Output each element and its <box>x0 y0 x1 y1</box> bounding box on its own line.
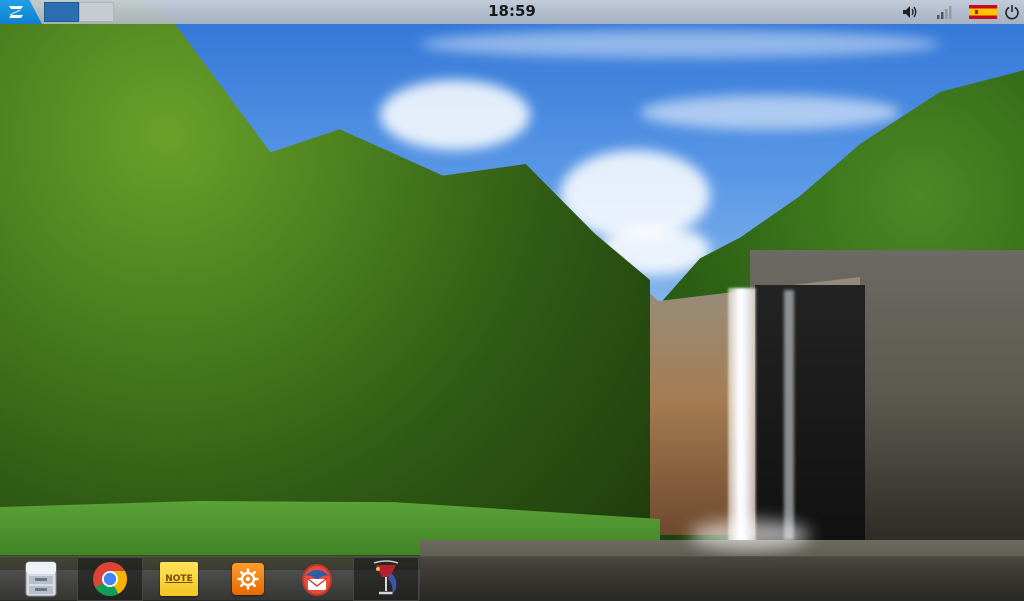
wallpaper-waterfall-secondary <box>784 290 794 540</box>
mail-client-icon <box>302 564 332 596</box>
workspace-switcher <box>44 2 114 22</box>
wallpaper-cloud <box>640 95 900 130</box>
wallpaper-waterfall <box>728 288 756 543</box>
notes-icon: NOTE <box>160 562 198 596</box>
launcher-file-manager[interactable] <box>8 557 74 601</box>
launcher-notes[interactable]: NOTE <box>146 557 212 601</box>
launcher-mail[interactable] <box>284 557 350 601</box>
wine-glass-app-icon <box>373 560 399 595</box>
launcher-chrome[interactable] <box>77 557 143 601</box>
chrome-icon <box>93 562 127 596</box>
bottom-dock: NOTE <box>0 556 1024 601</box>
desktop-wallpaper <box>0 0 1024 600</box>
settings-gear-icon <box>232 563 264 595</box>
top-panel: 18:59 <box>0 0 1024 24</box>
zorin-menu-button[interactable] <box>0 0 42 24</box>
wallpaper-cloud <box>420 30 940 58</box>
launcher-settings[interactable] <box>215 557 281 601</box>
speaker-icon[interactable] <box>900 3 920 21</box>
launcher-wine-app[interactable] <box>353 557 419 601</box>
wallpaper-cliff-shadow <box>755 285 865 540</box>
panel-clock[interactable]: 18:59 <box>452 2 572 20</box>
wallpaper-cloud <box>380 80 530 150</box>
workspace-1[interactable] <box>44 2 79 22</box>
workspace-2[interactable] <box>79 2 114 22</box>
file-manager-icon <box>25 561 57 597</box>
wallpaper-mist <box>690 520 810 550</box>
signal-bars-icon[interactable] <box>934 3 954 21</box>
notes-icon-label: NOTE <box>165 574 193 584</box>
zorin-logo-icon <box>9 6 23 18</box>
power-icon[interactable] <box>1002 3 1022 21</box>
spain-flag-icon[interactable] <box>968 5 998 19</box>
